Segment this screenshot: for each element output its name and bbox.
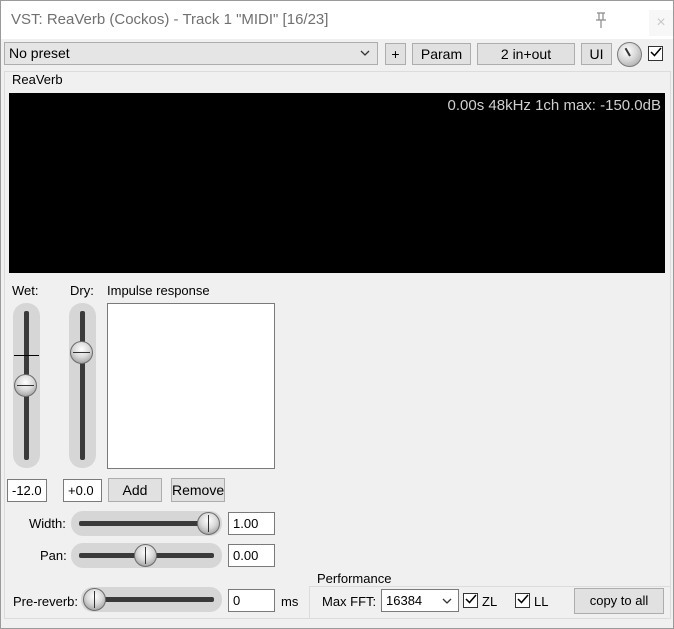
wet-slider-thumb[interactable] (14, 374, 37, 397)
add-ir-button[interactable]: Add (108, 478, 162, 502)
remove-ir-button[interactable]: Remove (171, 478, 225, 502)
ll-checkbox[interactable] (515, 593, 530, 608)
checkmark-icon (465, 594, 477, 604)
performance-group-label: Performance (316, 571, 393, 586)
display-status: 0.00s 48kHz 1ch max: -150.0dB (447, 97, 661, 114)
pan-value-field[interactable]: 0.00 (228, 544, 275, 567)
zl-label: ZL (482, 594, 498, 609)
max-fft-dropdown[interactable]: 16384 (381, 589, 459, 612)
io-button[interactable]: 2 in+out (477, 43, 575, 65)
close-button[interactable]: × (649, 10, 673, 36)
chevron-down-icon (360, 50, 370, 56)
copy-to-all-button[interactable]: copy to all (574, 588, 664, 614)
width-slider[interactable] (71, 511, 222, 536)
width-label: Width: (29, 516, 66, 531)
max-fft-value: 16384 (386, 593, 423, 608)
plugin-window: VST: ReaVerb (Cockos) - Track 1 "MIDI" [… (0, 0, 674, 629)
dry-slider-thumb[interactable] (70, 341, 93, 364)
wet-value-field[interactable]: -12.0 (7, 479, 47, 502)
pan-slider[interactable] (71, 543, 222, 568)
prereverb-slider-thumb[interactable] (83, 588, 106, 611)
wet-dry-knob-icon[interactable] (617, 42, 642, 67)
dry-label: Dry: (70, 283, 94, 298)
window-title: VST: ReaVerb (Cockos) - Track 1 "MIDI" [… (11, 11, 329, 28)
width-value-field[interactable]: 1.00 (228, 512, 275, 535)
pin-icon[interactable] (591, 10, 611, 30)
impulse-response-list[interactable] (107, 303, 275, 469)
close-icon: × (656, 14, 666, 31)
checkmark-icon (650, 47, 662, 57)
reaverb-group-label: ReaVerb (11, 72, 64, 87)
prereverb-slider[interactable] (81, 587, 222, 612)
zl-checkbox[interactable] (463, 593, 478, 608)
param-button[interactable]: Param (412, 43, 471, 65)
ui-button[interactable]: UI (581, 43, 612, 65)
ir-display: 0.00s 48kHz 1ch max: -150.0dB (9, 93, 665, 273)
prereverb-value-field[interactable]: 0 (228, 589, 275, 612)
pan-slider-thumb[interactable] (134, 544, 157, 567)
ll-label: LL (534, 594, 549, 609)
preset-dropdown[interactable]: No preset (4, 42, 378, 65)
prereverb-unit: ms (281, 594, 299, 609)
pan-label: Pan: (40, 548, 67, 563)
preset-value: No preset (9, 45, 70, 61)
title-bar: VST: ReaVerb (Cockos) - Track 1 "MIDI" [… (1, 1, 673, 39)
impulse-response-label: Impulse response (107, 283, 210, 298)
add-preset-button[interactable]: + (385, 43, 406, 65)
width-slider-thumb[interactable] (197, 512, 220, 535)
max-fft-label: Max FFT: (322, 594, 377, 609)
prereverb-label: Pre-reverb: (13, 594, 79, 609)
bypass-checkbox[interactable] (648, 46, 663, 61)
zero-db-mark (14, 355, 39, 356)
chevron-down-icon (442, 598, 452, 604)
wet-slider[interactable] (13, 303, 40, 468)
checkmark-icon (517, 594, 529, 604)
wet-label: Wet: (12, 283, 39, 298)
dry-value-field[interactable]: +0.0 (63, 479, 102, 502)
dry-slider[interactable] (69, 303, 96, 468)
